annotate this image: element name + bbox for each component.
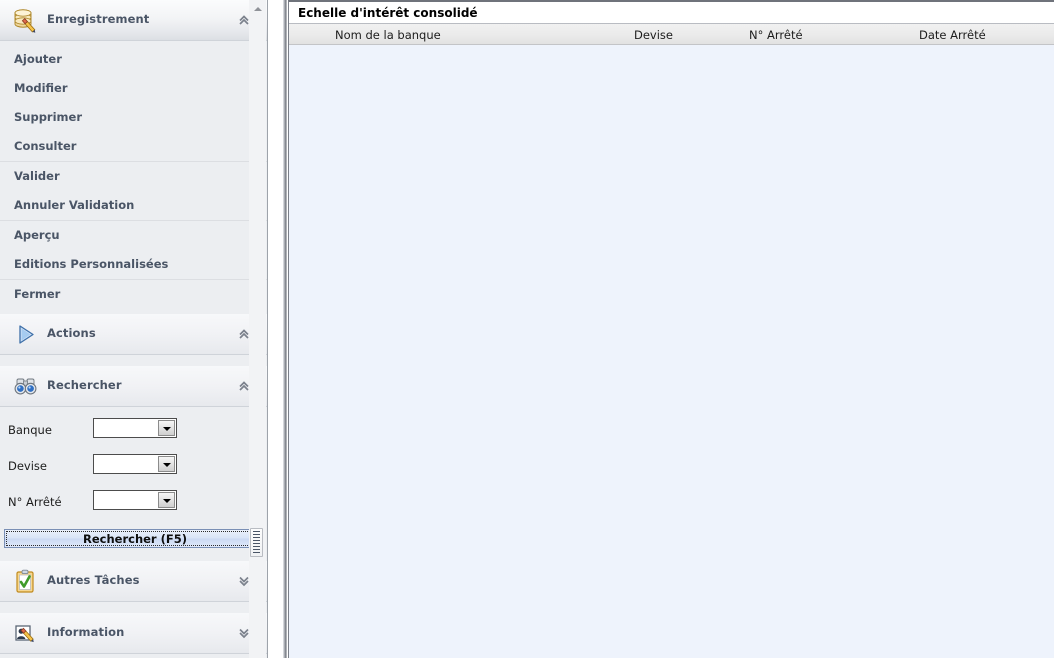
database-pencil-icon bbox=[12, 7, 40, 34]
pane-splitter[interactable] bbox=[283, 0, 287, 658]
grid-column-header-row: Nom de la banque Devise N° Arrêté Date A… bbox=[289, 24, 1054, 45]
sidebar-group-header-rechercher[interactable]: Rechercher bbox=[0, 366, 267, 407]
page-title: Echelle d'intérêt consolidé bbox=[298, 6, 478, 20]
sidebar-group-header-information[interactable]: Information bbox=[0, 613, 267, 654]
sidebar-item-label: Consulter bbox=[14, 139, 77, 153]
numero-arrete-combobox[interactable] bbox=[93, 490, 177, 510]
sidebar-group-title: Autres Tâches bbox=[47, 573, 140, 587]
chevron-down-icon[interactable] bbox=[158, 456, 175, 472]
application-window: Enregistrement Ajouter Modifier Supprime… bbox=[0, 0, 1054, 658]
sidebar-item-editions-personnalisees[interactable]: Editions Personnalisées bbox=[0, 250, 267, 279]
search-form: Banque Devise N° Arrêté Rechercher (F5) bbox=[0, 407, 267, 552]
rechercher-button-label: Rechercher (F5) bbox=[83, 532, 187, 546]
sidebar-item-ajouter[interactable]: Ajouter bbox=[0, 45, 267, 74]
sidebar-item-supprimer[interactable]: Supprimer bbox=[0, 103, 267, 132]
sidebar-group-title: Actions bbox=[47, 326, 96, 340]
rechercher-button[interactable]: Rechercher (F5) bbox=[4, 529, 266, 548]
numero-arrete-label: N° Arrêté bbox=[8, 495, 62, 509]
search-field-row-banque: Banque bbox=[0, 415, 267, 451]
search-field-row-devise: Devise bbox=[0, 451, 267, 487]
sidebar-item-fermer[interactable]: Fermer bbox=[0, 279, 267, 309]
main-content-panel: Echelle d'intérêt consolidé Nom de la ba… bbox=[288, 0, 1054, 658]
devise-label: Devise bbox=[8, 459, 47, 473]
sidebar-group-title: Enregistrement bbox=[47, 12, 150, 26]
sidebar-item-label: Annuler Validation bbox=[14, 198, 135, 212]
binoculars-icon bbox=[12, 373, 40, 400]
sidebar-item-label: Ajouter bbox=[14, 52, 62, 66]
task-pane-sidebar: Enregistrement Ajouter Modifier Supprime… bbox=[0, 0, 268, 658]
sidebar-group-header-enregistrement[interactable]: Enregistrement bbox=[0, 0, 267, 41]
grid-body-empty[interactable] bbox=[289, 45, 1054, 658]
splitter-grip-icon[interactable] bbox=[250, 528, 263, 557]
sidebar-group-title: Rechercher bbox=[47, 378, 122, 392]
chevron-down-icon[interactable] bbox=[158, 492, 175, 508]
play-triangle-icon bbox=[12, 321, 40, 348]
column-header-numero-arrete[interactable]: N° Arrêté bbox=[749, 28, 803, 42]
sidebar-item-consulter[interactable]: Consulter bbox=[0, 132, 267, 161]
search-field-row-numero-arrete: N° Arrêté bbox=[0, 487, 267, 523]
devise-combobox[interactable] bbox=[93, 454, 177, 474]
user-pencil-icon bbox=[12, 620, 40, 647]
sidebar-item-annuler-validation[interactable]: Annuler Validation bbox=[0, 191, 267, 220]
column-header-devise[interactable]: Devise bbox=[634, 28, 673, 42]
panel-title-bar: Echelle d'intérêt consolidé bbox=[289, 2, 1054, 24]
sidebar-item-modifier[interactable]: Modifier bbox=[0, 74, 267, 103]
column-header-date-arrete[interactable]: Date Arrêté bbox=[919, 28, 986, 42]
sidebar-group-title: Information bbox=[47, 625, 125, 639]
sidebar-item-label: Valider bbox=[14, 169, 60, 183]
sidebar-group-header-autres-taches[interactable]: Autres Tâches bbox=[0, 561, 267, 602]
banque-label: Banque bbox=[8, 423, 52, 437]
clipboard-check-icon bbox=[12, 568, 40, 595]
sidebar-item-label: Aperçu bbox=[14, 228, 60, 242]
banque-combobox[interactable] bbox=[93, 418, 177, 438]
sidebar-item-label: Supprimer bbox=[14, 110, 83, 124]
sidebar-group-header-actions[interactable]: Actions bbox=[0, 314, 267, 355]
scroll-up-arrow-icon[interactable] bbox=[249, 0, 266, 17]
sidebar-item-label: Modifier bbox=[14, 81, 68, 95]
sidebar-item-valider[interactable]: Valider bbox=[0, 161, 267, 191]
chevron-down-icon[interactable] bbox=[158, 420, 175, 436]
sidebar-item-apercu[interactable]: Aperçu bbox=[0, 220, 267, 250]
sidebar-item-label: Editions Personnalisées bbox=[14, 257, 169, 271]
sidebar-item-label: Fermer bbox=[14, 287, 61, 301]
column-header-nom-de-la-banque[interactable]: Nom de la banque bbox=[335, 28, 441, 42]
sidebar-scrollbar[interactable] bbox=[249, 0, 266, 658]
